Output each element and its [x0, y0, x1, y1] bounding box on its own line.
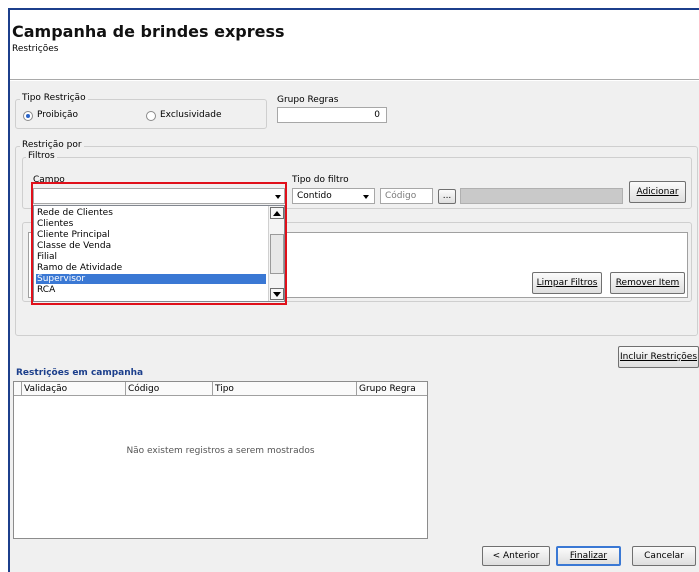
codigo-placeholder: Código: [385, 191, 417, 201]
codigo-input[interactable]: Código: [380, 188, 433, 204]
tipo-filtro-value: Contido: [297, 191, 332, 201]
limpar-filtros-button[interactable]: Limpar Filtros: [532, 272, 602, 294]
cancelar-button-label: Cancelar: [644, 551, 684, 561]
limpar-filtros-label: Limpar Filtros: [536, 278, 598, 288]
grupo-regras-value: 0: [374, 110, 380, 120]
grid-indicator-column: [14, 382, 22, 396]
column-header-codigo[interactable]: Código: [126, 382, 213, 396]
column-header-grupo-regra[interactable]: Grupo Regra: [357, 382, 427, 396]
column-header-tipo[interactable]: Tipo: [213, 382, 357, 396]
anterior-button[interactable]: < Anterior: [482, 546, 550, 566]
page-title: Campanha de brindes express: [12, 22, 285, 41]
grid-header: Validação Código Tipo Grupo Regra: [14, 382, 427, 396]
lookup-ellipsis-button[interactable]: ...: [438, 189, 456, 204]
adicionar-button[interactable]: Adicionar: [629, 181, 686, 203]
tipo-restricao-legend: Tipo Restrição: [20, 93, 88, 103]
grupo-regras-label: Grupo Regras: [277, 95, 339, 105]
finalizar-button-label: Finalizar: [569, 551, 608, 561]
page-subtitle: Restrições: [12, 44, 59, 54]
finalizar-button[interactable]: Finalizar: [556, 546, 621, 566]
restricoes-title: Restrições em campanha: [16, 368, 144, 378]
grid-empty-message: Não existem registros a serem mostrados: [126, 446, 315, 456]
wizard-header: [10, 10, 699, 80]
restricao-por-legend: Restrição por: [20, 140, 84, 150]
proibicao-radio-icon[interactable]: [23, 111, 33, 121]
restricoes-grid: Validação Código Tipo Grupo Regra Não ex…: [13, 381, 428, 539]
remover-item-label: Remover Item: [615, 278, 680, 288]
tipo-filtro-dropdown-arrow-icon[interactable]: [363, 195, 369, 199]
adicionar-button-label: Adicionar: [636, 187, 679, 197]
incluir-restricoes-button[interactable]: Incluir Restrições: [618, 346, 699, 368]
proibicao-label[interactable]: Proibição: [37, 110, 78, 120]
grupo-regras-input[interactable]: 0: [277, 107, 387, 123]
remover-item-button[interactable]: Remover Item: [610, 272, 685, 294]
tipo-filtro-select[interactable]: Contido: [292, 188, 375, 204]
filtros-legend: Filtros: [26, 151, 57, 161]
highlight-box: [31, 182, 287, 305]
tipo-filtro-label: Tipo do filtro: [292, 175, 349, 185]
codigo-description-field: [460, 188, 623, 204]
cancelar-button[interactable]: Cancelar: [632, 546, 696, 566]
anterior-button-label: < Anterior: [492, 551, 540, 561]
incluir-restricoes-label: Incluir Restrições: [619, 352, 698, 362]
exclusividade-label[interactable]: Exclusividade: [160, 110, 222, 120]
column-header-validacao[interactable]: Validação: [22, 382, 126, 396]
exclusividade-radio-icon[interactable]: [146, 111, 156, 121]
